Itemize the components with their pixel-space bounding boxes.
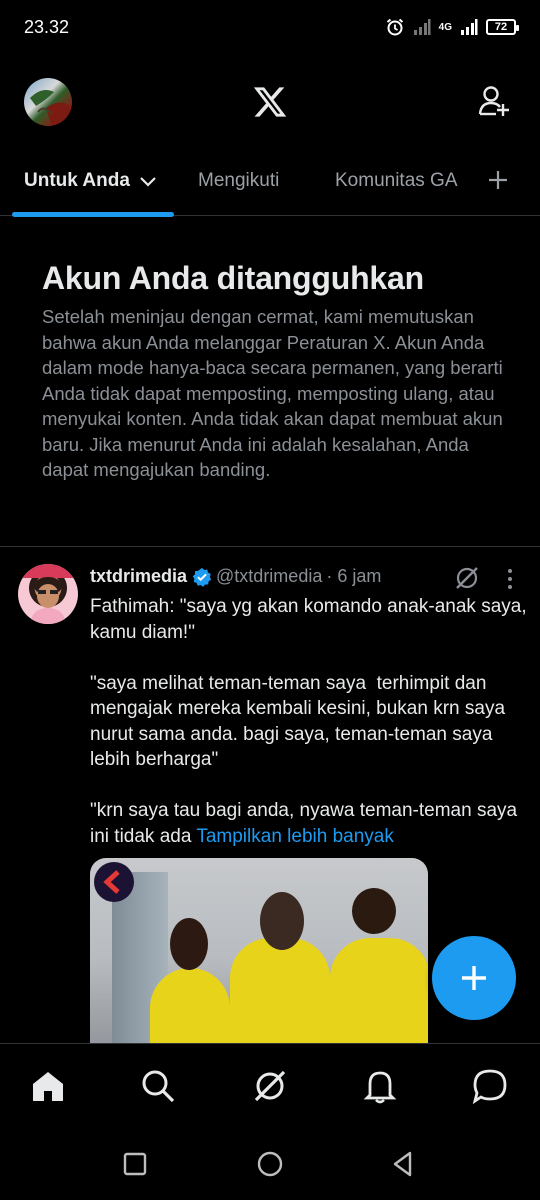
add-tab-icon[interactable]	[486, 168, 510, 192]
author-name[interactable]: txtdrimedia	[90, 566, 187, 587]
author-handle[interactable]: @txtdrimedia	[216, 566, 322, 587]
tweet-author-avatar[interactable]	[18, 564, 78, 624]
show-more-link[interactable]: Tampilkan lebih banyak	[196, 826, 394, 847]
home-circle-icon[interactable]	[255, 1149, 285, 1179]
recents-icon[interactable]	[120, 1149, 150, 1179]
media-person-head	[170, 918, 208, 970]
status-bar: 23.32 4G 72	[0, 0, 540, 56]
plus-icon	[462, 966, 486, 990]
tab-label: Untuk Anda	[24, 170, 130, 191]
active-tab-indicator	[12, 212, 174, 217]
alarm-icon	[386, 18, 403, 36]
media-person	[230, 938, 330, 1058]
media-person-head	[260, 892, 304, 950]
suspension-notice: Akun Anda ditangguhkan Setelah meninjau …	[42, 258, 512, 483]
messages-icon[interactable]	[472, 1068, 508, 1104]
divider	[0, 546, 540, 547]
avatar[interactable]	[24, 78, 72, 126]
status-icons: 4G 72	[385, 16, 519, 38]
signal-weak-icon	[413, 19, 431, 35]
network-type: 4G	[438, 21, 452, 33]
grok-icon[interactable]	[454, 565, 480, 591]
more-options-icon[interactable]	[500, 566, 520, 592]
grok-icon[interactable]	[252, 1068, 288, 1104]
tab-community[interactable]: Komunitas GA	[335, 170, 465, 192]
chevron-down-icon[interactable]	[138, 171, 158, 191]
tweet-media-video[interactable]	[90, 858, 428, 1058]
back-icon[interactable]	[388, 1149, 418, 1179]
add-user-icon[interactable]	[478, 84, 510, 118]
media-person-head	[352, 888, 396, 934]
x-logo-icon	[253, 87, 287, 117]
tweet-text: Fathimah: "saya yg akan komando anak-ana…	[90, 594, 530, 849]
notifications-icon[interactable]	[362, 1068, 398, 1104]
tweet-header: txtdrimedia @txtdrimedia · 6 jam	[90, 566, 381, 587]
tweet-body: Fathimah: "saya yg akan komando anak-ana…	[90, 596, 527, 847]
tweet-time: · 6 jam	[326, 566, 382, 586]
compose-button[interactable]	[432, 936, 516, 1020]
system-nav-bar	[0, 1129, 540, 1200]
tab-for-you[interactable]: Untuk Anda	[24, 170, 158, 192]
search-icon[interactable]	[140, 1068, 176, 1104]
notice-body: Setelah meninjau dengan cermat, kami mem…	[42, 306, 503, 480]
tab-following[interactable]: Mengikuti	[198, 170, 279, 192]
status-time: 23.32	[24, 17, 70, 37]
media-person	[330, 938, 428, 1058]
top-header	[0, 70, 540, 134]
battery-icon: 72	[486, 19, 519, 35]
bottom-nav	[0, 1043, 540, 1129]
notice-title: Akun Anda ditangguhkan	[42, 260, 424, 296]
signal-icon	[461, 19, 478, 35]
tab-bar: Untuk Anda Mengikuti Komunitas GA	[0, 150, 540, 217]
verified-badge-icon	[192, 567, 212, 587]
home-icon[interactable]	[30, 1068, 66, 1104]
media-channel-logo	[94, 862, 134, 902]
